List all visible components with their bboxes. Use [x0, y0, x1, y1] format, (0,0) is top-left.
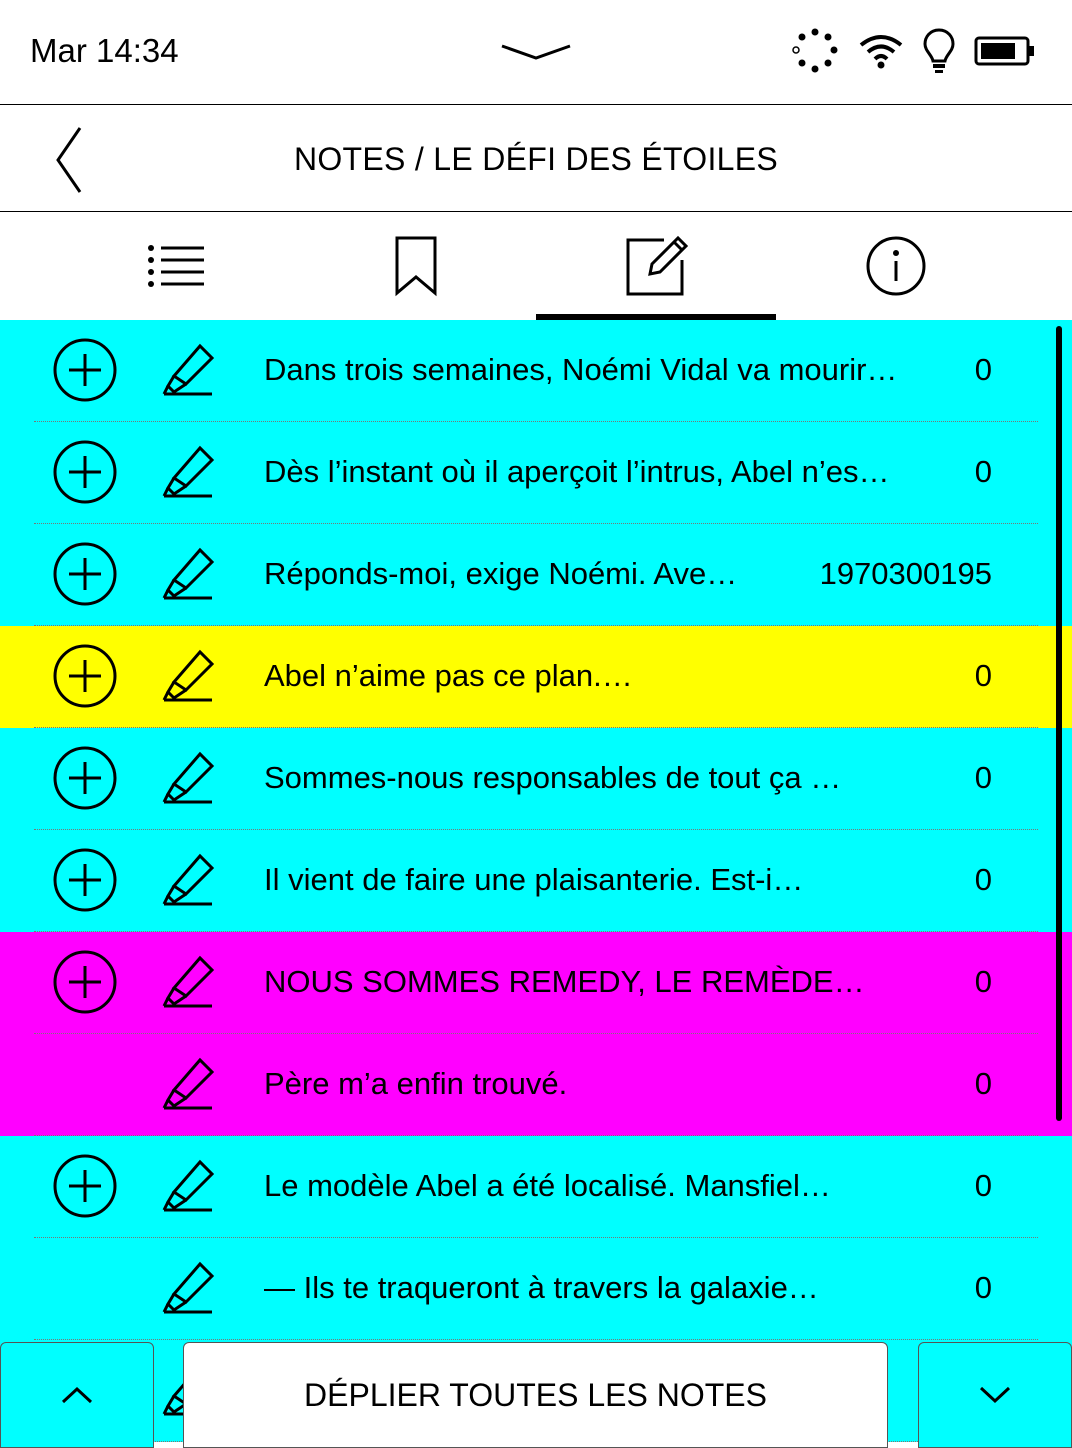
pull-down-chevron-icon[interactable] — [500, 38, 572, 67]
note-text: — Ils te traqueront à travers la galaxie… — [264, 1270, 819, 1305]
expand-plus-icon[interactable] — [53, 338, 117, 402]
note-count: 0 — [974, 352, 992, 387]
note-text: Il vient de faire une plaisanterie. Est-… — [264, 862, 804, 897]
highlighter-icon — [160, 342, 216, 398]
note-row[interactable]: Dès l’instant où il aperçoit l’intrus, A… — [0, 422, 1072, 524]
highlighter-icon — [160, 954, 216, 1010]
note-row[interactable]: Père m’a enfin trouvé. 0 — [0, 1034, 1072, 1136]
highlighter-icon — [160, 1260, 216, 1316]
expand-all-notes-button[interactable]: DÉPLIER TOUTES LES NOTES — [183, 1342, 888, 1448]
note-text: Abel n’aime pas ce plan.… — [264, 658, 633, 693]
notes-list: Dans trois semaines, Noémi Vidal va mour… — [0, 320, 1072, 1442]
expand-plus-icon[interactable] — [53, 848, 117, 912]
edit-note-icon — [626, 235, 688, 296]
note-row[interactable]: Le modèle Abel a été localisé. Mansfiel…… — [0, 1136, 1072, 1238]
note-text: Le modèle Abel a été localisé. Mansfiel… — [264, 1168, 831, 1203]
highlighter-icon — [160, 648, 216, 704]
note-count: 0 — [974, 658, 992, 693]
scrollbar[interactable] — [1056, 326, 1062, 1121]
page-down-button[interactable] — [918, 1342, 1072, 1448]
highlighter-icon — [160, 852, 216, 908]
highlighter-icon — [160, 1158, 216, 1214]
tab-contents[interactable] — [56, 212, 296, 320]
bookmark-icon — [395, 236, 437, 297]
note-text: NOUS SOMMES REMEDY, LE REMÈDE… — [264, 964, 865, 999]
highlighter-icon — [160, 1056, 216, 1112]
note-count: 0 — [974, 1066, 992, 1101]
note-text: Dans trois semaines, Noémi Vidal va mour… — [264, 352, 898, 387]
note-count: 0 — [974, 862, 992, 897]
highlighter-icon — [160, 546, 216, 602]
note-text: Père m’a enfin trouvé. — [264, 1066, 568, 1101]
note-row[interactable]: NOUS SOMMES REMEDY, LE REMÈDE… 0 — [0, 932, 1072, 1034]
frontlight-bulb-icon — [922, 27, 956, 80]
expand-plus-icon[interactable] — [53, 950, 117, 1014]
status-bar: Mar 14:34 — [0, 0, 1072, 105]
note-row[interactable]: Sommes-nous responsables de tout ça … 0 — [0, 728, 1072, 830]
expand-plus-icon[interactable] — [53, 542, 117, 606]
battery-icon — [974, 36, 1036, 71]
note-row[interactable]: Il vient de faire une plaisanterie. Est-… — [0, 830, 1072, 932]
status-icons — [790, 26, 1036, 81]
tab-bar — [0, 212, 1072, 320]
chevron-up-icon — [61, 1386, 93, 1404]
highlighter-icon — [160, 444, 216, 500]
note-row[interactable]: Réponds-moi, exige Noémi. Ave… 1970300195 — [0, 524, 1072, 626]
list-icon — [148, 245, 204, 287]
chevron-down-icon — [979, 1386, 1011, 1404]
note-count: 0 — [974, 1168, 992, 1203]
wifi-icon — [858, 33, 904, 74]
tab-bookmarks[interactable] — [296, 212, 536, 320]
note-count: 1970300195 — [819, 556, 992, 591]
expand-plus-icon[interactable] — [53, 746, 117, 810]
highlighter-icon — [160, 750, 216, 806]
info-icon — [866, 236, 926, 296]
tab-notes[interactable] — [536, 212, 776, 320]
note-count: 0 — [974, 964, 992, 999]
note-count: 0 — [974, 760, 992, 795]
note-text: Sommes-nous responsables de tout ça … — [264, 760, 842, 795]
note-row[interactable]: Dans trois semaines, Noémi Vidal va mour… — [0, 320, 1072, 422]
note-text: Réponds-moi, exige Noémi. Ave… — [264, 556, 738, 591]
bottom-bar: DÉPLIER TOUTES LES NOTES — [0, 1342, 1072, 1448]
page-title: NOTES / LE DÉFI DES ÉTOILES — [293, 141, 779, 177]
expand-plus-icon[interactable] — [53, 644, 117, 708]
tab-info[interactable] — [776, 212, 1016, 320]
note-count: 0 — [974, 1270, 992, 1305]
expand-plus-icon[interactable] — [53, 440, 117, 504]
note-row[interactable]: — Ils te traqueront à travers la galaxie… — [0, 1238, 1072, 1340]
header: NOTES / LE DÉFI DES ÉTOILES — [0, 105, 1072, 212]
expand-plus-icon[interactable] — [53, 1154, 117, 1218]
note-count: 0 — [974, 454, 992, 489]
note-row[interactable]: Abel n’aime pas ce plan.… 0 — [0, 626, 1072, 728]
page-up-button[interactable] — [0, 1342, 154, 1448]
sync-spinner-icon — [790, 26, 840, 81]
clock: Mar 14:34 — [30, 32, 179, 69]
note-text: Dès l’instant où il aperçoit l’intrus, A… — [264, 454, 890, 489]
